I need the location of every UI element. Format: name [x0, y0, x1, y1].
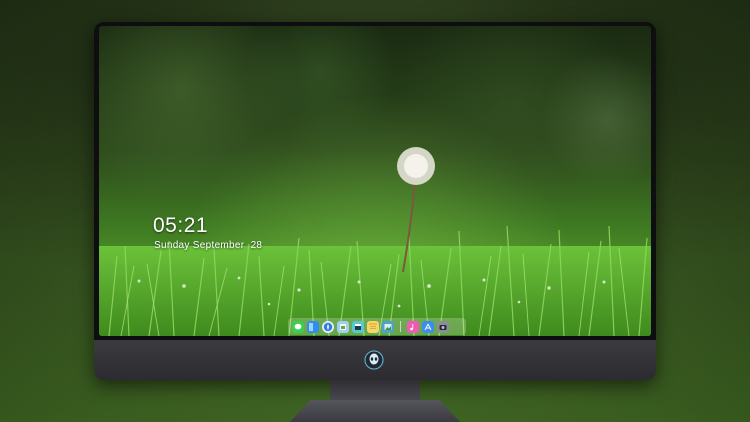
monitor-chin — [94, 340, 656, 380]
messages-icon[interactable] — [292, 320, 304, 333]
notes-icon[interactable] — [367, 320, 379, 333]
dock — [288, 318, 466, 335]
lock-screen-date: Sunday September 28 — [154, 240, 263, 251]
app-store-icon[interactable] — [422, 320, 434, 333]
preview-icon[interactable] — [337, 320, 349, 333]
alien-logo-icon — [364, 350, 384, 370]
dandelion — [397, 147, 435, 273]
monitor: 05:21 Sunday September 28 — [94, 22, 656, 380]
monitor-stand-base — [290, 400, 460, 422]
dock-separator — [400, 321, 401, 332]
finder-icon[interactable] — [307, 320, 319, 333]
screen-bezel: 05:21 Sunday September 28 — [94, 22, 656, 340]
safari-icon[interactable] — [322, 320, 334, 333]
itunes-icon[interactable] — [407, 320, 419, 333]
photos-gallery-icon[interactable] — [382, 320, 394, 333]
desktop-screen: 05:21 Sunday September 28 — [99, 26, 651, 336]
monitor-stand-neck — [330, 380, 420, 402]
grass-wallpaper — [99, 225, 651, 336]
lock-screen-clock: 05:21 — [153, 214, 209, 237]
camera-icon[interactable] — [437, 320, 449, 333]
claquette-icon[interactable] — [352, 320, 364, 333]
